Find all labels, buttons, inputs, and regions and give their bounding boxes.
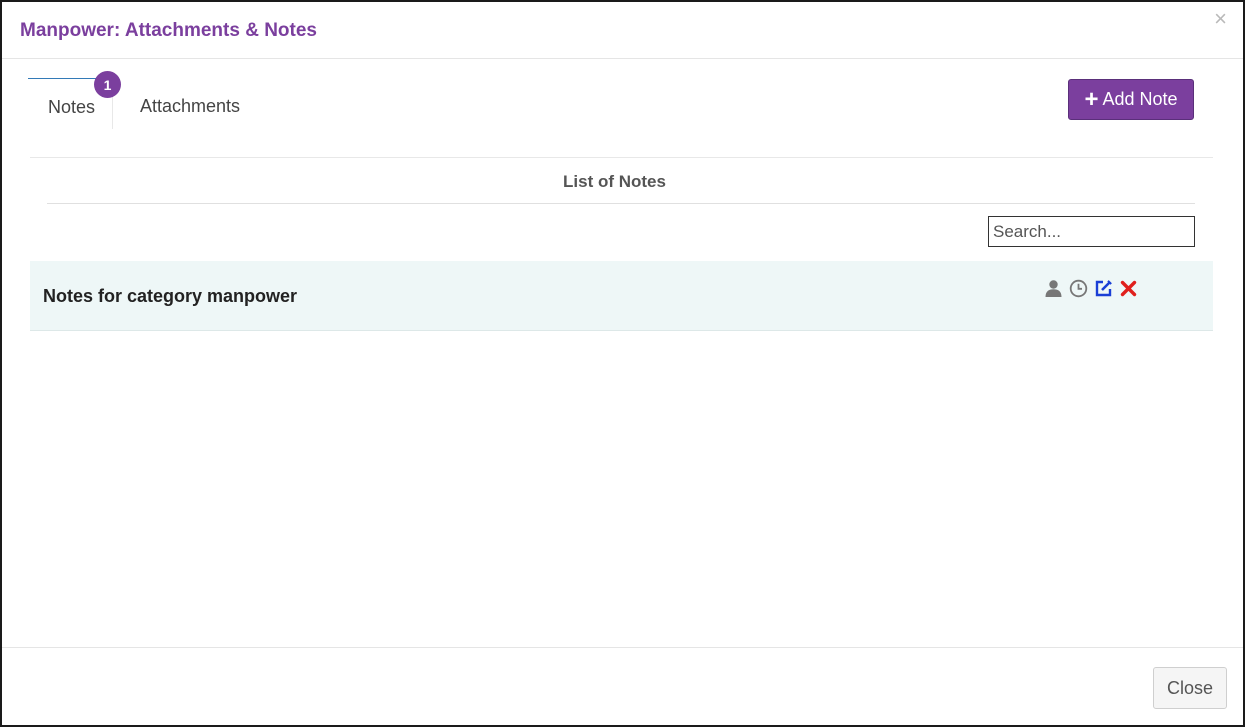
delete-icon[interactable]	[1119, 279, 1138, 298]
edit-icon[interactable]	[1094, 279, 1113, 298]
add-note-button[interactable]: + Add Note	[1068, 79, 1194, 120]
modal-title: Manpower: Attachments & Notes	[20, 20, 317, 41]
divider	[30, 157, 1213, 158]
search-input[interactable]	[988, 216, 1195, 247]
tab-attachments-label: Attachments	[140, 96, 241, 116]
attachments-notes-modal: Manpower: Attachments & Notes × 1 Notes …	[0, 0, 1245, 727]
notes-count-badge: 1	[94, 71, 121, 98]
close-button[interactable]: Close	[1153, 667, 1227, 709]
clock-icon[interactable]	[1069, 279, 1088, 298]
tab-notes-label: Notes	[48, 97, 96, 117]
list-title: List of Notes	[563, 172, 666, 191]
modal-header: Manpower: Attachments & Notes ×	[2, 2, 1243, 59]
close-icon[interactable]: ×	[1214, 8, 1227, 30]
tab-notes[interactable]: 1 Notes	[28, 71, 121, 129]
modal-footer: Close	[2, 647, 1243, 726]
tab-attachments[interactable]: Attachments	[138, 78, 268, 128]
note-text: Notes for category manpower	[43, 286, 298, 306]
add-note-label: Add Note	[1102, 89, 1178, 109]
list-item: Notes for category manpower	[30, 261, 1213, 331]
plus-icon: +	[1084, 85, 1099, 113]
user-icon[interactable]	[1044, 279, 1063, 298]
divider	[47, 203, 1195, 204]
note-actions	[1044, 279, 1138, 298]
